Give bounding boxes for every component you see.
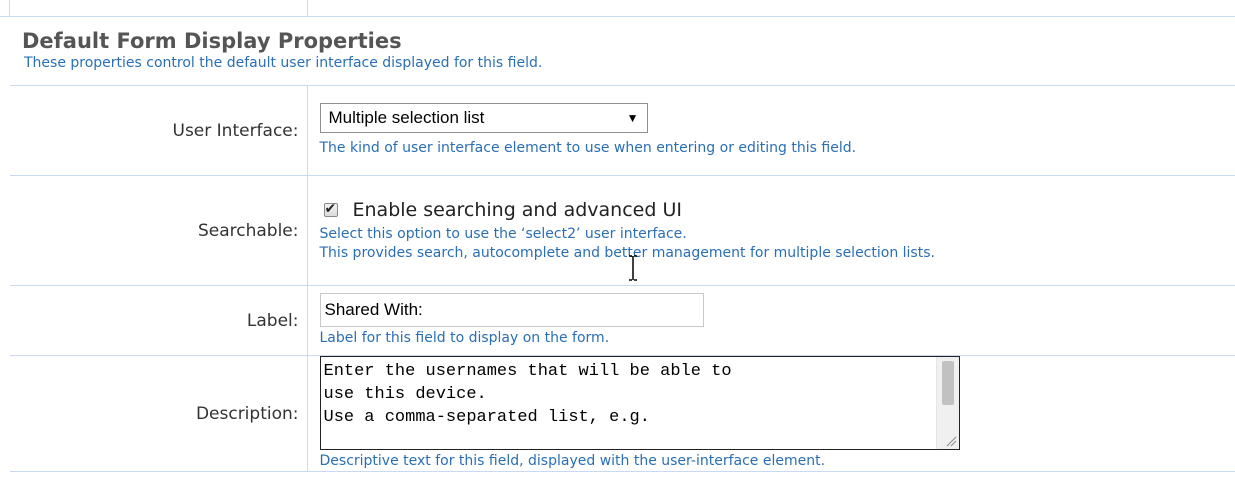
searchable-option: ✔ Enable searching and advanced UI (320, 199, 1235, 221)
properties-table: User Interface: Multiple selection list … (10, 85, 1235, 472)
label-row: Label: Label for this field to display o… (10, 285, 1235, 356)
dropdown-arrow-icon: ▼ (626, 111, 639, 125)
user-interface-label: User Interface: (10, 85, 308, 176)
user-interface-row: User Interface: Multiple selection list … (10, 85, 1235, 176)
top-divider-tick (307, 0, 308, 16)
searchable-help-line-1: Select this option to use the ‘select2’ … (319, 225, 687, 242)
section-header: Default Form Display Properties These pr… (22, 28, 542, 72)
description-help: Descriptive text for this field, display… (319, 453, 826, 469)
description-row: Description: Enter the usernames that wi… (10, 355, 1235, 472)
description-label: Description: (10, 355, 308, 472)
searchable-value-cell: ✔ Enable searching and advanced UI Selec… (307, 175, 1235, 286)
checkmark-icon: ✔ (324, 200, 337, 217)
label-input[interactable] (319, 293, 704, 327)
description-textarea[interactable]: Enter the usernames that will be able to… (319, 356, 960, 450)
user-interface-selected-value: Multiple selection list (328, 108, 485, 127)
searchable-row: Searchable: ✔ Enable searching and advan… (10, 175, 1235, 286)
searchable-help-line-2: This provides search, autocomplete and b… (319, 244, 935, 261)
label-help: Label for this field to display on the f… (319, 330, 610, 346)
searchable-checkbox-label[interactable]: Enable searching and advanced UI (353, 199, 682, 221)
description-scroll-thumb[interactable] (941, 361, 954, 405)
top-divider-tick (9, 0, 10, 16)
searchable-label: Searchable: (10, 175, 308, 286)
description-textarea-text[interactable]: Enter the usernames that will be able to… (324, 360, 924, 446)
top-divider (0, 16, 1235, 17)
section-subtitle: These properties control the default use… (24, 55, 543, 71)
user-interface-select[interactable]: Multiple selection list ▼ (319, 103, 648, 133)
text-cursor-icon (629, 255, 637, 281)
description-value-cell: Enter the usernames that will be able to… (307, 355, 1235, 472)
label-value-cell: Label for this field to display on the f… (307, 285, 1235, 356)
searchable-checkbox[interactable]: ✔ (323, 200, 338, 217)
resize-grip-icon[interactable] (943, 433, 957, 447)
section-title: Default Form Display Properties (22, 29, 402, 53)
user-interface-value-cell: Multiple selection list ▼ The kind of us… (307, 85, 1235, 176)
label-field-label: Label: (10, 285, 308, 356)
user-interface-help: The kind of user interface element to us… (319, 140, 857, 156)
